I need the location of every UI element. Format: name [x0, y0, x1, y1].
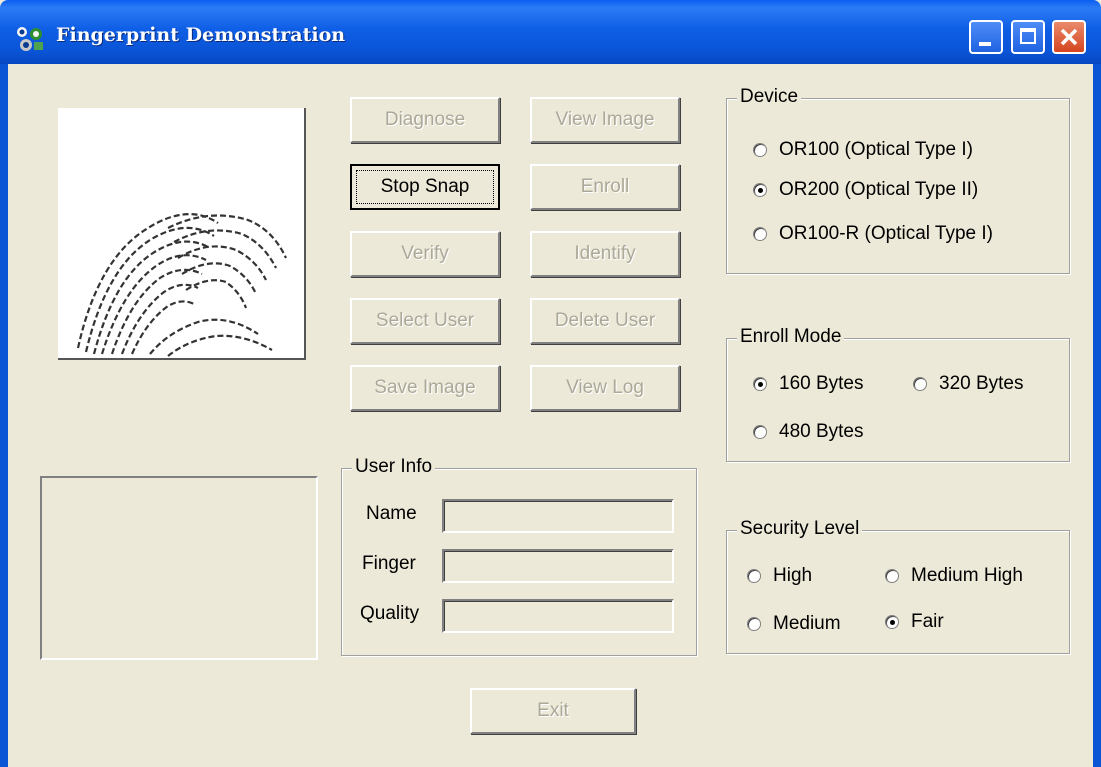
name-label: Name [366, 503, 417, 524]
device-option-label: OR100-R (Optical Type I) [779, 223, 994, 244]
device-option-or100[interactable]: OR100 (Optical Type I) [753, 139, 973, 161]
stop-snap-button[interactable]: Stop Snap [350, 164, 500, 210]
radio-selected-icon [885, 615, 899, 629]
device-label: Device [737, 86, 802, 108]
radio-icon [753, 227, 767, 241]
device-group: Device OR100 (Optical Type I) OR200 (Opt… [726, 86, 1070, 274]
enroll-mode-group: Enroll Mode 160 Bytes 320 Bytes 480 Byte… [726, 326, 1070, 462]
radio-icon [753, 143, 767, 157]
security-option-high[interactable]: High [747, 565, 812, 587]
user-info-label: User Info [352, 456, 436, 478]
security-option-label: Medium High [911, 565, 1023, 586]
security-option-fair[interactable]: Fair [885, 611, 944, 633]
view-image-button[interactable]: View Image [530, 97, 680, 143]
close-button[interactable] [1052, 20, 1086, 54]
fingerprint-ridges [76, 213, 287, 357]
maximize-button[interactable] [1011, 20, 1045, 54]
security-option-label: Medium [773, 613, 841, 634]
app-icon [17, 27, 43, 51]
view-log-button[interactable]: View Log [530, 365, 680, 411]
delete-user-button[interactable]: Delete User [530, 298, 680, 344]
security-level-label: Security Level [737, 518, 863, 540]
security-level-group: Security Level High Medium High Medium F… [726, 518, 1070, 654]
main-window: Fingerprint Demonstration Diagnose View … [0, 0, 1101, 767]
quality-field[interactable] [442, 599, 674, 633]
device-option-label: OR200 (Optical Type II) [779, 179, 979, 200]
enroll-option-480[interactable]: 480 Bytes [753, 421, 864, 443]
exit-button[interactable]: Exit [470, 688, 636, 734]
security-option-label: Fair [911, 611, 944, 632]
radio-icon [885, 569, 899, 583]
maximize-icon [1020, 28, 1036, 44]
security-option-medium[interactable]: Medium [747, 613, 841, 635]
minimize-button[interactable] [969, 20, 1003, 54]
device-option-or100r[interactable]: OR100-R (Optical Type I) [753, 223, 993, 245]
device-option-label: OR100 (Optical Type I) [779, 139, 973, 160]
window-title: Fingerprint Demonstration [56, 24, 346, 46]
radio-selected-icon [753, 377, 767, 391]
radio-selected-icon [753, 183, 767, 197]
enroll-option-label: 320 Bytes [939, 373, 1024, 394]
radio-icon [913, 377, 927, 391]
window-frame-left [0, 64, 8, 767]
enroll-option-160[interactable]: 160 Bytes [753, 373, 864, 395]
verify-button[interactable]: Verify [350, 231, 500, 277]
close-icon [1060, 28, 1078, 46]
quality-label: Quality [360, 603, 420, 624]
finger-label: Finger [362, 553, 416, 574]
identify-button[interactable]: Identify [530, 231, 680, 277]
minimize-icon [979, 42, 991, 46]
diagnose-button[interactable]: Diagnose [350, 97, 500, 143]
radio-icon [753, 425, 767, 439]
radio-icon [747, 569, 761, 583]
device-option-or200[interactable]: OR200 (Optical Type II) [753, 179, 978, 201]
title-bar[interactable]: Fingerprint Demonstration [0, 0, 1101, 64]
finger-field[interactable] [442, 549, 674, 583]
fingerprint-image [58, 108, 306, 360]
enroll-option-label: 480 Bytes [779, 421, 864, 442]
security-option-medium-high[interactable]: Medium High [885, 565, 1023, 587]
focus-rectangle [356, 170, 494, 204]
save-image-button[interactable]: Save Image [350, 365, 500, 411]
select-user-button[interactable]: Select User [350, 298, 500, 344]
preview-panel [40, 476, 318, 660]
enroll-option-label: 160 Bytes [779, 373, 864, 394]
user-info-group: User Info Name Finger Quality [341, 456, 697, 656]
enroll-button[interactable]: Enroll [530, 164, 680, 210]
window-frame-right [1093, 64, 1101, 767]
enroll-option-320[interactable]: 320 Bytes [913, 373, 1024, 395]
enroll-mode-label: Enroll Mode [737, 326, 845, 348]
security-option-label: High [773, 565, 813, 586]
name-field[interactable] [442, 499, 674, 533]
radio-icon [747, 617, 761, 631]
